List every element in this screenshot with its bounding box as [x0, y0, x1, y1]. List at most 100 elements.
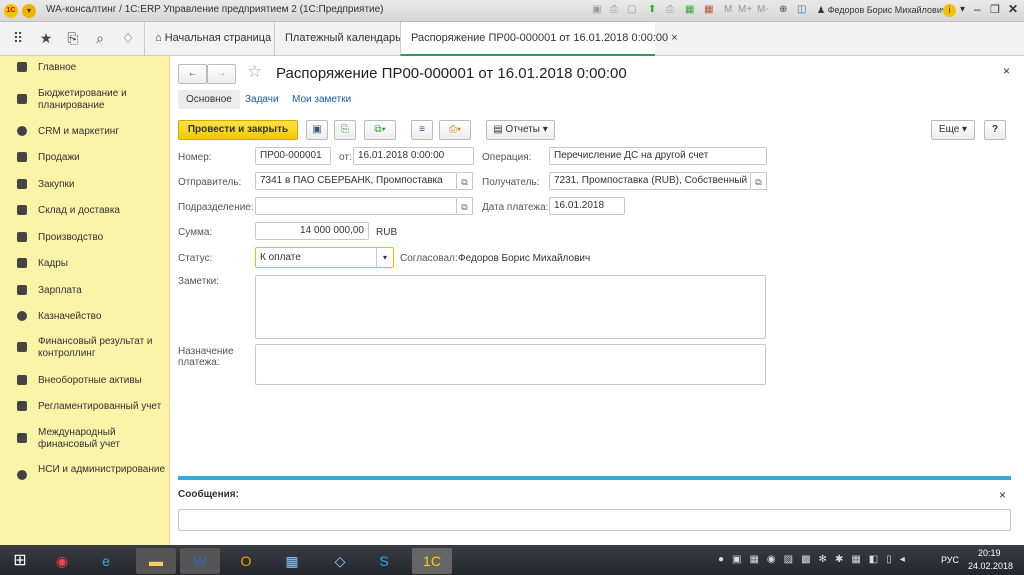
- sidebar-item-crm[interactable]: CRM и маркетинг: [0, 126, 168, 138]
- 1c-icon[interactable]: 1С: [412, 548, 452, 574]
- save-button[interactable]: ▣: [306, 120, 328, 140]
- ie-icon[interactable]: e: [86, 548, 126, 574]
- tray-icons[interactable]: ●▣▦◉▨▩✻✱▦◧▯◂: [718, 554, 913, 565]
- clock-date[interactable]: 24.02.2018: [968, 561, 1013, 571]
- memory-plus-button[interactable]: M+: [738, 4, 752, 15]
- explorer-icon[interactable]: ▬: [136, 548, 176, 574]
- chevron-down-icon[interactable]: ▾: [376, 248, 393, 267]
- create-based-on-button[interactable]: ⧉▾: [364, 120, 396, 140]
- subtab-notes[interactable]: Мои заметки: [292, 94, 351, 105]
- status-select[interactable]: К оплате ▾: [255, 247, 394, 268]
- start-button[interactable]: ⊞: [0, 548, 40, 574]
- notifications-bell-icon[interactable]: ♢: [118, 30, 138, 47]
- search-icon[interactable]: ⌕: [90, 30, 110, 47]
- home-icon: ⌂: [155, 32, 165, 44]
- sidebar-item-treasury[interactable]: Казначейство: [0, 311, 168, 323]
- info-dropdown-icon[interactable]: ▾: [960, 4, 965, 15]
- back-button[interactable]: ←: [178, 64, 207, 84]
- division-field[interactable]: [255, 197, 457, 215]
- restore-button[interactable]: ❐: [990, 3, 1000, 16]
- calendar-icon[interactable]: ▦: [704, 4, 713, 15]
- sidebar-item-ifrs[interactable]: Международный финансовый учет: [0, 427, 168, 451]
- memory-button[interactable]: M: [724, 4, 732, 15]
- outlook-icon[interactable]: O: [226, 548, 266, 574]
- post-button[interactable]: ⎘: [334, 120, 356, 140]
- sender-label: Отправитель:: [178, 177, 242, 188]
- history-icon[interactable]: ⎘: [63, 30, 83, 47]
- close-window-button[interactable]: ✕: [1008, 2, 1018, 16]
- close-messages-button[interactable]: ×: [999, 488, 1006, 502]
- warehouse-icon: [17, 205, 27, 215]
- purpose-textarea[interactable]: [255, 344, 766, 385]
- minimize-button[interactable]: –: [974, 2, 981, 16]
- sidebar-item-hr[interactable]: Кадры: [0, 258, 168, 270]
- info-icon[interactable]: i: [943, 4, 956, 17]
- open-sender-icon[interactable]: ⧉: [457, 172, 473, 190]
- reports-button[interactable]: ▤ Отчеты ▾: [486, 120, 555, 140]
- skype-icon[interactable]: S: [364, 548, 404, 574]
- close-form-button[interactable]: ×: [1003, 64, 1010, 78]
- memory-minus-button[interactable]: M-: [757, 4, 769, 15]
- print-icon[interactable]: ⎙: [610, 4, 618, 15]
- post-and-close-button[interactable]: Провести и закрыть: [178, 120, 298, 140]
- date-field[interactable]: 16.01.2018 0:00:00: [353, 147, 474, 165]
- sidebar-item-financial-result[interactable]: Финансовый результат и контроллинг: [0, 336, 168, 360]
- budget-icon: [17, 94, 27, 104]
- app-icon[interactable]: ◇: [320, 548, 360, 574]
- pay-date-field[interactable]: 16.01.2018: [549, 197, 625, 215]
- sidebar-item-budgeting[interactable]: Бюджетирование и планирование: [0, 88, 168, 112]
- sidebar-item-regulated-accounting[interactable]: Регламентированный учет: [0, 401, 168, 413]
- structure-button[interactable]: ≡: [411, 120, 433, 140]
- favorites-star-icon[interactable]: ★: [36, 30, 56, 47]
- sidebar-item-warehouse[interactable]: Склад и доставка: [0, 205, 168, 217]
- subtab-tasks[interactable]: Задачи: [245, 94, 279, 105]
- taskbar: ⊞ ◉ e ▬ W O ▦ ◇ S 1С ●▣▦◉▨▩✻✱▦◧▯◂ РУС 20…: [0, 545, 1024, 575]
- chrome-icon[interactable]: ◉: [42, 548, 82, 574]
- open-division-icon[interactable]: ⧉: [457, 197, 473, 215]
- open-receiver-icon[interactable]: ⧉: [751, 172, 767, 190]
- print-button[interactable]: ⎙▾: [439, 120, 471, 140]
- preview-icon[interactable]: ▢: [627, 4, 636, 15]
- main-menu-button[interactable]: ▾: [22, 4, 36, 18]
- favorite-star-icon[interactable]: ☆: [247, 62, 262, 82]
- forward-button[interactable]: →: [207, 64, 236, 84]
- number-field[interactable]: ПР00-000001: [255, 147, 331, 165]
- notes-textarea[interactable]: [255, 275, 766, 339]
- tab-payment-calendar[interactable]: Платежный календарь ×: [274, 22, 420, 56]
- purpose-label: Назначение платежа:: [178, 346, 234, 368]
- sidebar-item-production[interactable]: Производство: [0, 232, 168, 244]
- attach-icon[interactable]: ⬆: [648, 4, 656, 15]
- sidebar-item-fixed-assets[interactable]: Внеоборотные активы: [0, 375, 168, 387]
- language-indicator[interactable]: РУС: [941, 555, 959, 565]
- calculator-icon[interactable]: ▦: [685, 4, 694, 15]
- help-button[interactable]: ?: [984, 120, 1006, 140]
- sum-field[interactable]: 14 000 000,00: [255, 222, 369, 240]
- sales-icon: [17, 152, 27, 162]
- sidebar-item-admin[interactable]: НСИ и администрирование: [0, 464, 168, 480]
- user-name[interactable]: ♟ Федоров Борис Михайлович: [817, 5, 947, 16]
- panels-icon[interactable]: ◫: [797, 4, 806, 15]
- close-tab-icon[interactable]: ×: [671, 32, 677, 44]
- sidebar-item-salary[interactable]: Зарплата: [0, 285, 168, 297]
- tab-payment-order[interactable]: Распоряжение ПР00-000001 от 16.01.2018 0…: [400, 22, 678, 56]
- tab-bar: ⠿ ★ ⎘ ⌕ ♢ ⌂ Начальная страница Платежный…: [0, 22, 1024, 56]
- zoom-icon[interactable]: ⊕: [779, 4, 787, 15]
- clock-time[interactable]: 20:19: [978, 548, 1001, 558]
- messages-divider[interactable]: [178, 476, 1011, 480]
- sidebar-item-purchases[interactable]: Закупки: [0, 179, 168, 191]
- word-icon[interactable]: W: [180, 548, 220, 574]
- network-app-icon[interactable]: ▦: [272, 548, 312, 574]
- receiver-field[interactable]: 7231, Промпоставка (RUB), Собственный сч…: [549, 172, 751, 190]
- division-label: Подразделение:: [178, 202, 254, 213]
- sidebar-item-sales[interactable]: Продажи: [0, 152, 168, 164]
- save-icon[interactable]: ▣: [592, 4, 601, 15]
- subtab-main[interactable]: Основное: [178, 90, 240, 109]
- scanner-icon[interactable]: ⎙: [666, 4, 674, 15]
- apps-grid-icon[interactable]: ⠿: [8, 30, 28, 47]
- tab-home[interactable]: ⌂ Начальная страница: [144, 22, 281, 56]
- operation-field[interactable]: Перечисление ДС на другой счет: [549, 147, 767, 165]
- sidebar-item-main[interactable]: Главное: [0, 62, 168, 74]
- more-button[interactable]: Еще ▾: [931, 120, 975, 140]
- page-title: Распоряжение ПР00-000001 от 16.01.2018 0…: [276, 65, 627, 82]
- sender-field[interactable]: 7341 в ПАО СБЕРБАНК, Промпоставка: [255, 172, 457, 190]
